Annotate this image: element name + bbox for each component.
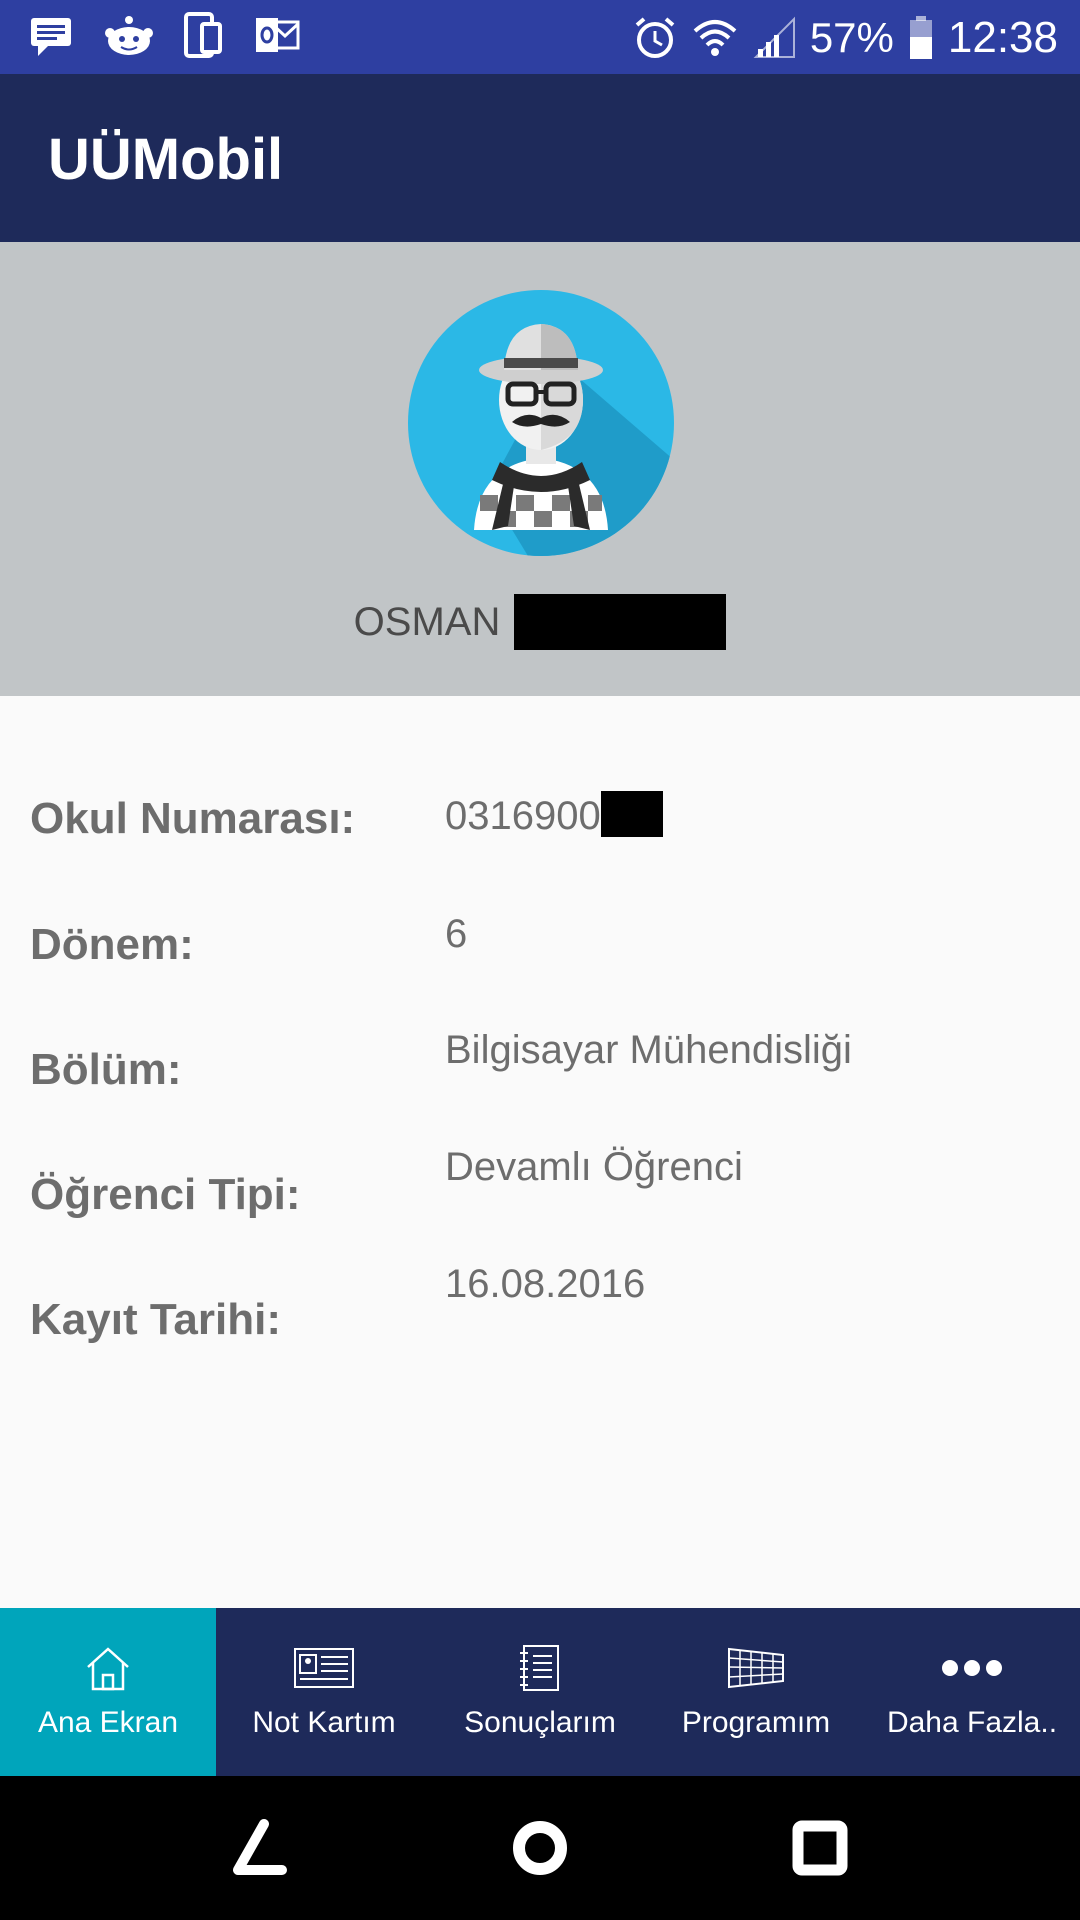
info-value-bolum: Bilgisayar Mühendisliği	[445, 1028, 852, 1072]
home-icon	[84, 1644, 132, 1692]
nav-ana-ekran[interactable]: Ana Ekran	[0, 1608, 216, 1776]
nav-label: Ana Ekran	[37, 1706, 179, 1739]
info-value-okul-numarasi: 0316900	[445, 791, 663, 841]
alarm-icon	[632, 15, 678, 61]
student-name-row: OSMAN	[0, 594, 1080, 650]
nav-programim[interactable]: Programım	[648, 1608, 864, 1776]
phone-link-icon	[184, 12, 224, 58]
info-label-ogrenci-tipi: Öğrenci Tipi:	[30, 1170, 301, 1219]
info-value-ogrenci-tipi: Devamlı Öğrenci	[445, 1145, 743, 1189]
battery-icon	[908, 15, 934, 61]
app-bar: UÜMobil	[0, 74, 1080, 242]
recents-icon[interactable]	[790, 1818, 850, 1878]
nav-label: Sonuçlarım	[464, 1706, 616, 1739]
nav-sonuclarim[interactable]: Sonuçlarım	[432, 1608, 648, 1776]
clock: 12:38	[947, 13, 1058, 62]
signal-icon	[752, 15, 796, 61]
user-avatar-icon	[408, 290, 674, 556]
nav-label: Not Kartım	[252, 1706, 396, 1739]
battery-percent: 57%	[809, 14, 894, 61]
id-card-icon	[293, 1644, 355, 1692]
app-title: UÜMobil	[48, 127, 284, 192]
wifi-icon	[692, 15, 738, 61]
school-number: 0316900	[445, 794, 601, 838]
redacted-surname	[514, 594, 727, 650]
back-icon[interactable]	[230, 1818, 290, 1878]
reddit-icon	[104, 12, 154, 58]
nav-not-kartim[interactable]: Not Kartım	[216, 1608, 432, 1776]
nav-label: Programım	[681, 1706, 831, 1739]
info-label-bolum: Bölüm:	[30, 1045, 182, 1094]
profile-header: OSMAN	[0, 242, 1080, 696]
info-label-kayit-tarihi: Kayıt Tarihi:	[30, 1295, 282, 1344]
bottom-navigation: Ana Ekran Not Kartım Sonuçlarım Programı…	[0, 1608, 1080, 1776]
home-circle-icon[interactable]	[510, 1818, 570, 1878]
system-navigation-bar	[0, 1776, 1080, 1920]
message-icon	[28, 12, 74, 58]
info-value-kayit-tarihi: 16.08.2016	[445, 1262, 646, 1306]
more-dots-icon	[941, 1644, 1003, 1692]
info-label-donem: Dönem:	[30, 920, 194, 969]
nav-label: Daha Fazla..	[886, 1706, 1058, 1739]
notebook-icon	[518, 1644, 562, 1692]
info-value-donem: 6	[445, 912, 468, 956]
status-bar: 57% 12:38	[0, 0, 1080, 74]
schedule-grid-icon	[727, 1644, 785, 1692]
info-label-okul-numarasi: Okul Numarası:	[30, 794, 356, 843]
student-name: OSMAN	[353, 599, 501, 644]
outlook-icon	[254, 12, 300, 58]
nav-daha-fazla[interactable]: Daha Fazla..	[864, 1608, 1080, 1776]
redacted-number	[600, 791, 663, 838]
